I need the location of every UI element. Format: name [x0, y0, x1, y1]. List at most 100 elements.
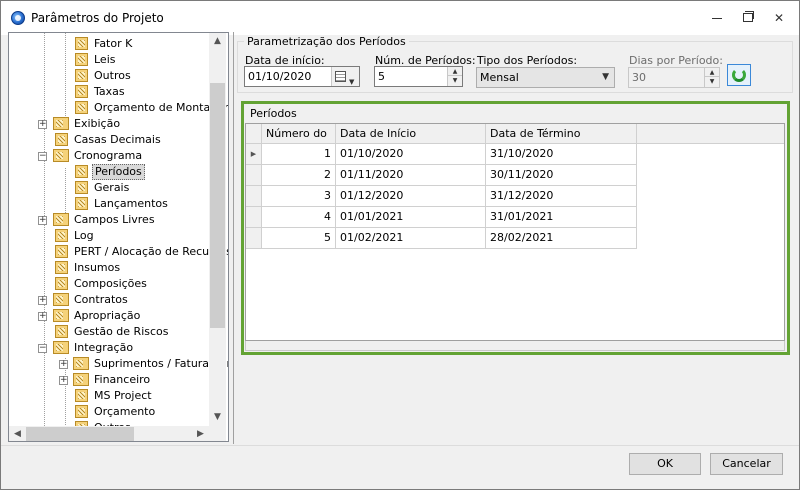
start-date-field[interactable]: 01/10/2020 ▼ — [244, 66, 360, 87]
cell-number[interactable]: 1 — [262, 144, 336, 165]
expand-icon[interactable]: + — [38, 120, 47, 129]
tree-item[interactable]: + Contratos — [9, 292, 209, 308]
cell-end-date[interactable]: 28/02/2021 — [486, 228, 637, 249]
tree-item-label: Apropriação — [74, 309, 141, 322]
cell-start-date[interactable]: 01/02/2021 — [336, 228, 486, 249]
row-header[interactable] — [246, 165, 262, 186]
spin-up-icon[interactable]: ▲ — [705, 68, 719, 77]
tree-item[interactable]: + Exibição — [9, 116, 209, 132]
tree-item[interactable]: Gestão de Riscos — [9, 324, 209, 340]
settings-page-icon — [55, 245, 68, 258]
settings-folder-icon — [53, 341, 69, 354]
cell-end-date[interactable]: 31/01/2021 — [486, 207, 637, 228]
tree-item[interactable]: Taxas — [9, 84, 209, 100]
column-header-start-date[interactable]: Data de Início — [336, 124, 486, 144]
expand-icon[interactable]: + — [38, 216, 47, 225]
expand-icon[interactable]: + — [38, 296, 47, 305]
tree-vertical-scrollbar[interactable]: ▲ ▼ — [209, 33, 226, 426]
tree-item[interactable]: + Financeiro — [9, 372, 209, 388]
tree-item-label: Gestão de Riscos — [74, 325, 169, 338]
tree-item[interactable]: Log — [9, 228, 209, 244]
spin-down-icon[interactable]: ▼ — [448, 76, 462, 85]
hscroll-thumb[interactable] — [26, 427, 134, 441]
ok-button[interactable]: OK — [629, 453, 701, 475]
cell-number[interactable]: 4 — [262, 207, 336, 228]
tree-item[interactable]: Leis — [9, 52, 209, 68]
calendar-button[interactable]: ▼ — [331, 67, 359, 86]
tree-item[interactable]: − Cronograma — [9, 148, 209, 164]
tree-item[interactable]: + Campos Livres — [9, 212, 209, 228]
tree-item[interactable]: MS Project — [9, 388, 209, 404]
cell-start-date[interactable]: 01/01/2021 — [336, 207, 486, 228]
tree-item-label: PERT / Alocação de Recursos — [74, 245, 229, 258]
row-header[interactable] — [246, 207, 262, 228]
row-header[interactable] — [246, 228, 262, 249]
row-header[interactable]: ▶ — [246, 144, 262, 165]
spin-down-icon[interactable]: ▼ — [705, 77, 719, 86]
params-group-title: Parametrização dos Períodos — [244, 35, 409, 48]
days-per-period-stepper[interactable]: 30 ▲ ▼ — [628, 67, 720, 88]
cell-start-date[interactable]: 01/10/2020 — [336, 144, 486, 165]
tree-item[interactable]: Fator K — [9, 36, 209, 52]
tree-horizontal-scrollbar[interactable]: ◀ ▶ — [9, 426, 209, 441]
cell-number[interactable]: 5 — [262, 228, 336, 249]
num-periods-spin[interactable]: ▲ ▼ — [447, 67, 462, 86]
tree-item[interactable]: Gerais — [9, 180, 209, 196]
cell-start-date[interactable]: 01/12/2020 — [336, 186, 486, 207]
title-bar: Parâmetros do Projeto ✕ — [1, 1, 799, 35]
minimize-button[interactable] — [705, 7, 729, 29]
tree-item-label: Composições — [74, 277, 147, 290]
tree-item[interactable]: Insumos — [9, 260, 209, 276]
tree-item[interactable]: +Suprimentos / Faturamento — [9, 356, 228, 372]
scroll-down-icon[interactable]: ▼ — [209, 409, 226, 426]
chevron-down-icon: ▼ — [349, 78, 355, 86]
cell-end-date[interactable]: 31/10/2020 — [486, 144, 637, 165]
refresh-button[interactable] — [727, 64, 751, 86]
tree-item[interactable]: − Integração — [9, 340, 209, 356]
settings-tree[interactable]: Fator K Leis Outros Taxas Orçamento de Monta… — [8, 32, 229, 442]
num-periods-stepper[interactable]: 5 ▲ ▼ — [374, 66, 463, 87]
scroll-right-icon[interactable]: ▶ — [192, 426, 209, 441]
tree-item[interactable]: Casas Decimais — [9, 132, 209, 148]
maximize-button[interactable] — [736, 7, 760, 29]
close-icon: ✕ — [773, 11, 785, 25]
cell-start-date[interactable]: 01/11/2020 — [336, 165, 486, 186]
cancel-button[interactable]: Cancelar — [710, 453, 783, 475]
period-type-select[interactable]: Mensal ▼ — [476, 67, 615, 88]
tree-item[interactable]: Orçamento — [9, 404, 209, 420]
settings-page-icon — [75, 389, 88, 402]
row-header[interactable] — [246, 186, 262, 207]
close-button[interactable]: ✕ — [767, 7, 791, 29]
cell-end-date[interactable]: 31/12/2020 — [486, 186, 637, 207]
panel-splitter[interactable] — [233, 32, 234, 444]
days-per-period-value: 30 — [632, 71, 646, 84]
periods-grid[interactable]: Número do ... Data de Início Data de Tér… — [245, 123, 785, 341]
cell-end-date[interactable]: 30/11/2020 — [486, 165, 637, 186]
expand-icon[interactable]: + — [38, 312, 47, 321]
scroll-up-icon[interactable]: ▲ — [209, 33, 226, 50]
expand-icon[interactable]: + — [59, 360, 68, 369]
tree-item-label: Períodos — [92, 164, 145, 180]
cell-number[interactable]: 2 — [262, 165, 336, 186]
scroll-thumb[interactable] — [210, 83, 225, 328]
collapse-icon[interactable]: − — [38, 152, 47, 161]
scroll-left-icon[interactable]: ◀ — [9, 426, 26, 441]
column-header-end-date[interactable]: Data de Término — [486, 124, 637, 144]
tree-item[interactable]: Orçamento de Montagem — [9, 100, 228, 116]
tree-item[interactable]: Períodos — [9, 164, 209, 180]
grid-horizontal-scrollbar[interactable] — [245, 341, 785, 351]
tree-item[interactable]: Outros — [9, 68, 209, 84]
tree-item[interactable]: Composições — [9, 276, 209, 292]
expand-icon[interactable]: + — [59, 376, 68, 385]
grid-corner — [246, 124, 262, 144]
spin-up-icon[interactable]: ▲ — [448, 67, 462, 76]
collapse-icon[interactable]: − — [38, 344, 47, 353]
settings-page-icon — [75, 405, 88, 418]
tree-item-label: Campos Livres — [74, 213, 155, 226]
cell-number[interactable]: 3 — [262, 186, 336, 207]
tree-item[interactable]: Lançamentos — [9, 196, 209, 212]
tree-item[interactable]: + Apropriação — [9, 308, 209, 324]
days-per-period-spin[interactable]: ▲ ▼ — [704, 68, 719, 87]
tree-item[interactable]: PERT / Alocação de Recursos — [9, 244, 228, 260]
column-header-number[interactable]: Número do ... — [262, 124, 336, 159]
